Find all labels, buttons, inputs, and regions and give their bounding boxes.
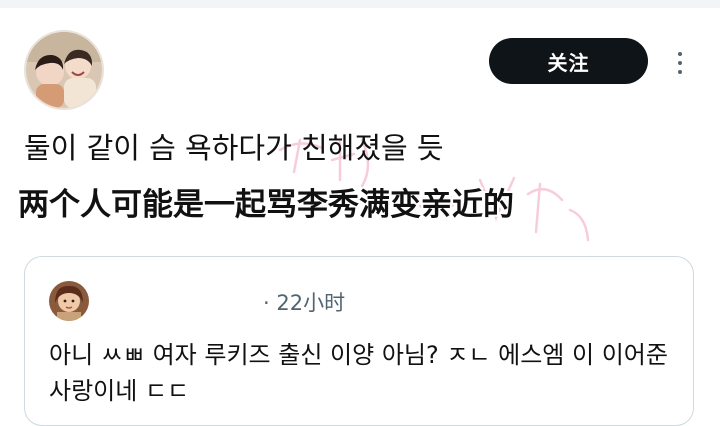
top-divider [0, 0, 720, 8]
reply-timestamp: · 22小时 [263, 291, 346, 315]
more-dot [678, 70, 682, 74]
reply-avatar-photo [49, 281, 89, 321]
follow-button-label: 关注 [547, 50, 590, 75]
follow-button[interactable]: 关注 [489, 38, 648, 84]
reply-text: 아니 ㅆㅃ 여자 루키즈 출신 이양 아님? ㅈㄴ 에스엠 이 이어준 사랑이네… [49, 341, 668, 405]
reply-avatar[interactable] [49, 281, 89, 321]
quoted-reply-card[interactable]: · 22小时 아니 ㅆㅃ 여자 루키즈 출신 이양 아님? ㅈㄴ 에스엠 이 이… [24, 256, 694, 426]
post-text-korean: 둘이 같이 슴 욕하다가 친해졌을 듯 [24, 131, 444, 165]
more-dot [678, 61, 682, 65]
more-dot [678, 52, 682, 56]
post-text-translation: 两个人可能是一起骂李秀满变亲近的 [18, 187, 514, 223]
more-options-icon[interactable] [670, 46, 690, 80]
profile-avatar[interactable] [24, 30, 104, 110]
avatar-photo [26, 32, 102, 108]
